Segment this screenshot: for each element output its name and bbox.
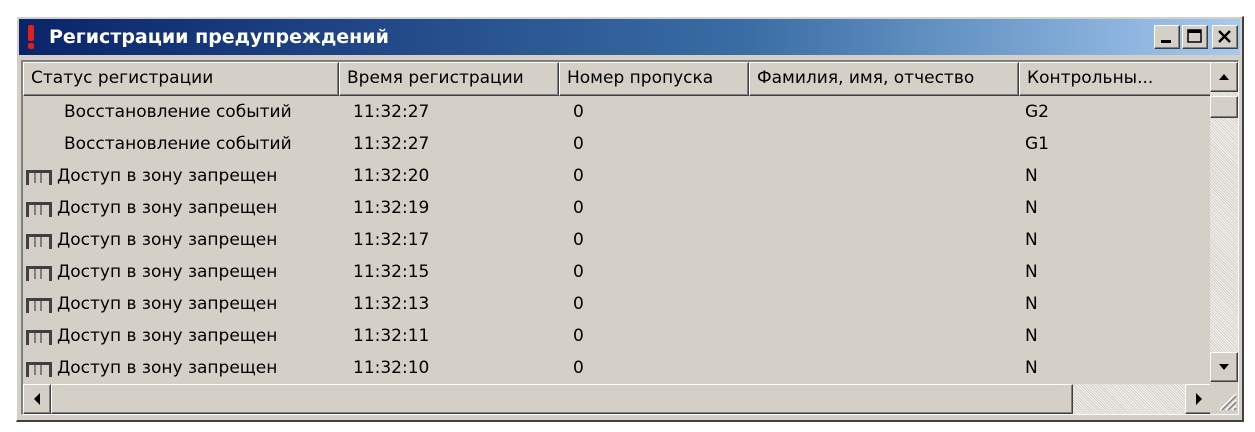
table-row[interactable]: Доступ в зону запрещен 11:32:11 0 N (23, 320, 1213, 352)
control-cell: N (1025, 262, 1038, 282)
status-cell: Доступ в зону запрещен (57, 294, 278, 314)
exclamation-icon (28, 25, 34, 49)
status-cell: Доступ в зону запрещен (57, 198, 278, 218)
control-cell: N (1025, 358, 1038, 378)
vertical-scroll-thumb[interactable] (1210, 96, 1238, 118)
arrow-right-icon (1196, 393, 1202, 405)
pass-cell: 0 (573, 262, 584, 282)
column-header-time[interactable]: Время регистрации (339, 62, 559, 96)
vertical-scrollbar[interactable] (1210, 62, 1238, 382)
pass-cell: 0 (573, 326, 584, 346)
status-cell: Восстановление событий (64, 102, 292, 122)
turnstile-icon (26, 170, 52, 185)
horizontal-scrollbar[interactable] (23, 384, 1213, 414)
turnstile-icon (26, 266, 52, 281)
arrow-down-icon (1219, 364, 1229, 370)
turnstile-icon (26, 202, 52, 217)
pass-cell: 0 (573, 294, 584, 314)
scroll-left-button[interactable] (23, 384, 51, 414)
pass-cell: 0 (573, 102, 584, 122)
turnstile-icon (26, 298, 52, 313)
table-row[interactable]: Доступ в зону запрещен 11:32:13 0 N (23, 288, 1213, 320)
alerts-window: Регистрации предупреждений Статус регист… (16, 16, 1244, 422)
minimize-button[interactable] (1154, 25, 1180, 49)
column-header-status[interactable]: Статус регистрации (23, 62, 339, 96)
time-cell: 11:32:17 (353, 230, 430, 250)
time-cell: 11:32:15 (353, 262, 430, 282)
time-cell: 11:32:27 (353, 134, 430, 154)
status-cell: Восстановление событий (64, 134, 292, 154)
status-cell: Доступ в зону запрещен (57, 262, 278, 282)
table-row[interactable]: Восстановление событий 11:32:27 0 G1 (23, 128, 1213, 160)
title-bar[interactable]: Регистрации предупреждений (19, 19, 1240, 55)
table-row[interactable]: Доступ в зону запрещен 11:32:20 0 N (23, 160, 1213, 192)
time-cell: 11:32:11 (353, 326, 430, 346)
time-cell: 11:32:10 (353, 358, 430, 378)
time-cell: 11:32:27 (353, 102, 430, 122)
pass-cell: 0 (573, 230, 584, 250)
window-title: Регистрации предупреждений (49, 26, 389, 48)
status-cell: Доступ в зону запрещен (57, 230, 278, 250)
scroll-right-button[interactable] (1185, 384, 1213, 414)
control-cell: N (1025, 166, 1038, 186)
pass-cell: 0 (573, 198, 584, 218)
control-cell: G2 (1025, 102, 1049, 122)
pass-cell: 0 (573, 134, 584, 154)
maximize-button[interactable] (1182, 25, 1208, 49)
close-button[interactable] (1212, 25, 1238, 49)
table-row[interactable]: Доступ в зону запрещен 11:32:19 0 N (23, 192, 1213, 224)
status-cell: Доступ в зону запрещен (57, 358, 278, 378)
size-grip[interactable] (1210, 384, 1238, 414)
status-cell: Доступ в зону запрещен (57, 326, 278, 346)
alerts-list[interactable]: Статус регистрации Время регистрации Ном… (21, 60, 1239, 415)
arrow-left-icon (34, 393, 40, 405)
column-header-control[interactable]: Контрольны... (1019, 62, 1213, 96)
pass-cell: 0 (573, 358, 584, 378)
column-header-pass[interactable]: Номер пропуска (559, 62, 749, 96)
table-row[interactable]: Доступ в зону запрещен 11:32:17 0 N (23, 224, 1213, 256)
status-cell: Доступ в зону запрещен (57, 166, 278, 186)
scroll-down-button[interactable] (1210, 352, 1238, 382)
control-cell: N (1025, 326, 1038, 346)
list-header: Статус регистрации Время регистрации Ном… (23, 62, 1213, 96)
control-cell: N (1025, 198, 1038, 218)
turnstile-icon (26, 234, 52, 249)
minimize-icon (1161, 40, 1171, 43)
table-row[interactable]: Доступ в зону запрещен 11:32:10 0 N (23, 352, 1213, 384)
control-cell: N (1025, 230, 1038, 250)
horizontal-scroll-thumb[interactable] (51, 384, 1073, 414)
close-icon (1218, 30, 1231, 43)
time-cell: 11:32:13 (353, 294, 430, 314)
column-header-name[interactable]: Фамилия, имя, отчество (749, 62, 1019, 96)
pass-cell: 0 (573, 166, 584, 186)
size-grip-icon (1219, 393, 1237, 411)
scroll-up-button[interactable] (1210, 62, 1238, 92)
table-row[interactable]: Доступ в зону запрещен 11:32:15 0 N (23, 256, 1213, 288)
arrow-up-icon (1219, 74, 1229, 80)
time-cell: 11:32:20 (353, 166, 430, 186)
turnstile-icon (26, 330, 52, 345)
table-row[interactable]: Восстановление событий 11:32:27 0 G2 (23, 96, 1213, 128)
turnstile-icon (26, 362, 52, 377)
maximize-icon (1187, 29, 1202, 43)
control-cell: G1 (1025, 134, 1049, 154)
control-cell: N (1025, 294, 1038, 314)
time-cell: 11:32:19 (353, 198, 430, 218)
